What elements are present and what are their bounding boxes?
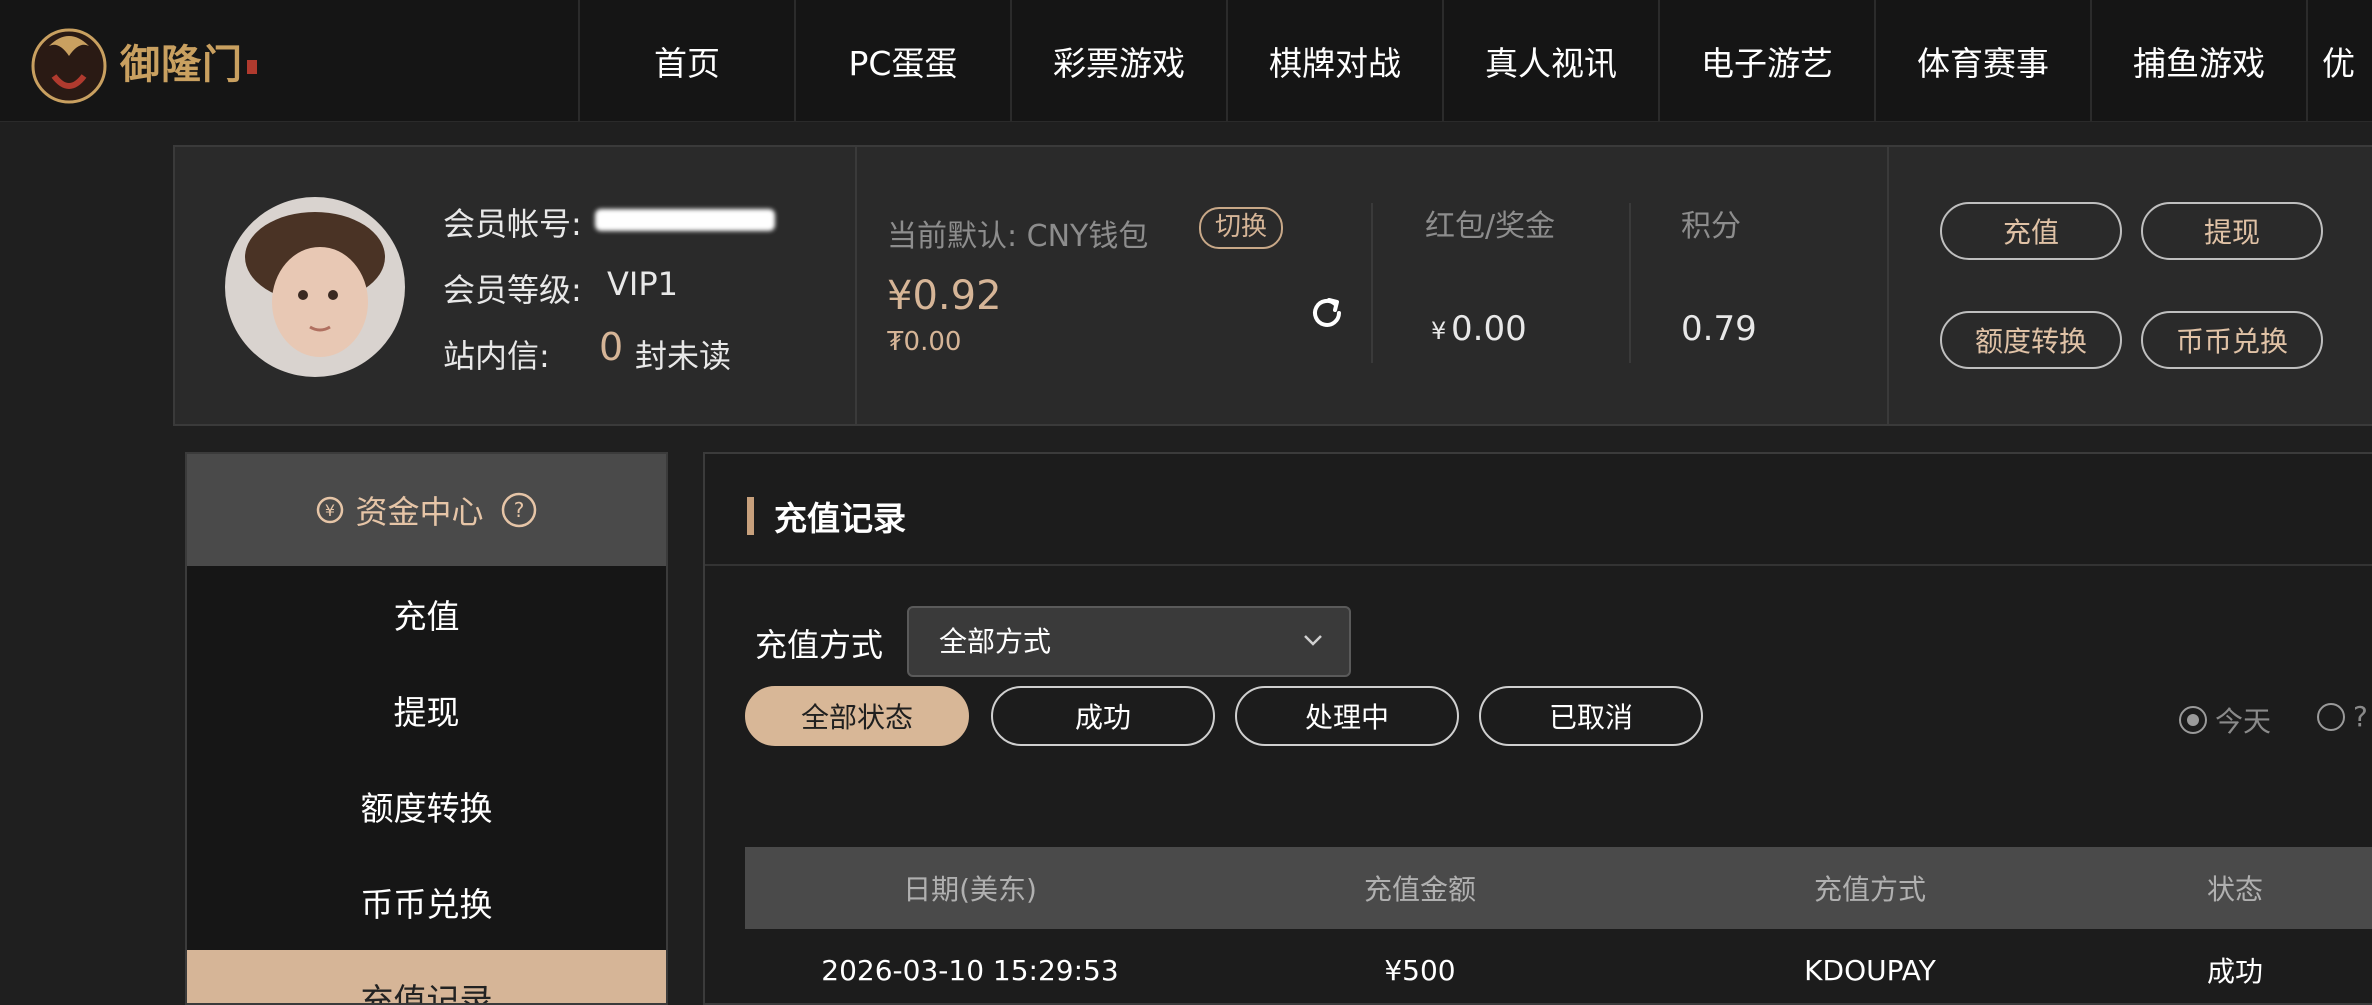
page-title: 充值记录: [747, 492, 906, 540]
nav-item-chess-cards[interactable]: 棋牌对战: [1226, 0, 1442, 121]
radio-today-label: 今天: [2215, 705, 2272, 738]
avatar[interactable]: [225, 197, 405, 377]
help-icon[interactable]: ?: [500, 491, 538, 529]
member-info-panel: 会员帐号: 会员等级: VIP1 站内信: 0 封未读 当前默认: CNY钱包 …: [173, 145, 2372, 426]
divider: [1371, 203, 1373, 363]
bonus-label: 红包/奖金: [1425, 209, 1556, 244]
sidebar-item-exchange[interactable]: 币币兑换: [187, 854, 666, 950]
main-nav: 首页 PC蛋蛋 彩票游戏 棋牌对战 真人视讯 电子游艺 体育赛事 捕鱼游戏 优: [578, 0, 2366, 121]
divider: [705, 564, 2372, 566]
nav-item-slots[interactable]: 电子游艺: [1658, 0, 1874, 121]
nav-item-home[interactable]: 首页: [578, 0, 794, 121]
bonus-value: 0.00: [1451, 309, 1527, 349]
filter-cancelled[interactable]: 已取消: [1479, 686, 1703, 746]
svg-text:?: ?: [513, 498, 524, 522]
filter-processing[interactable]: 处理中: [1235, 686, 1459, 746]
column-header-method: 充值方式: [1813, 873, 1926, 906]
level-value: VIP1: [607, 265, 678, 303]
radio-other[interactable]: ?: [2317, 700, 2368, 733]
points-label: 积分: [1681, 209, 1741, 244]
table-header: 日期(美东) 充值金额 充值方式 状态: [745, 847, 2372, 929]
withdraw-button[interactable]: 提现: [2141, 202, 2323, 260]
nav-item-pc-egg[interactable]: PC蛋蛋: [794, 0, 1010, 121]
inbox-count[interactable]: 0: [599, 325, 623, 369]
yen-coin-icon: ¥: [317, 496, 344, 524]
cell-date: 2026-03-10 15:29:53: [821, 953, 1119, 987]
column-header-date: 日期(美东): [903, 873, 1037, 906]
transfer-button[interactable]: 额度转换: [1940, 311, 2122, 369]
points-value: 0.79: [1681, 309, 1757, 349]
divider: [1629, 203, 1631, 363]
filter-success[interactable]: 成功: [991, 686, 1215, 746]
records-panel: 充值记录 充值方式 全部方式 全部状态 成功 处理中 已取消 今天 ? 日期(美…: [703, 452, 2372, 1005]
cell-amount: ¥500: [1384, 953, 1456, 987]
method-label: 充值方式: [755, 626, 884, 664]
avatar-image: [225, 197, 405, 377]
divider: [855, 147, 857, 426]
table-row: 2026-03-10 15:29:53 ¥500 KDOUPAY 成功: [745, 929, 2372, 1003]
default-wallet-label: 当前默认: CNY钱包: [887, 219, 1149, 254]
cell-status: 成功: [2206, 955, 2263, 988]
logo-seal: [247, 60, 257, 74]
refresh-icon[interactable]: [1307, 293, 1347, 333]
inbox-label: 站内信:: [443, 337, 550, 375]
sidebar-item-withdraw[interactable]: 提现: [187, 662, 666, 758]
cell-method: KDOUPAY: [1804, 953, 1936, 987]
nav-item-lottery[interactable]: 彩票游戏: [1010, 0, 1226, 121]
divider: [1887, 147, 1889, 426]
wallet-sub-balance: ₮0.00: [887, 327, 962, 357]
page-title-text: 充值记录: [774, 499, 906, 538]
bonus-currency: ¥: [1431, 317, 1447, 345]
nav-item-promo[interactable]: 优: [2306, 0, 2366, 121]
filter-all-status[interactable]: 全部状态: [745, 686, 969, 746]
account-value-redacted: [595, 209, 775, 231]
nav-item-live-video[interactable]: 真人视讯: [1442, 0, 1658, 121]
site-logo[interactable]: 御隆门: [24, 16, 257, 106]
radio-other-label: ?: [2353, 700, 2368, 733]
column-header-status: 状态: [2206, 873, 2263, 906]
radio-today[interactable]: 今天: [2179, 700, 2271, 740]
nav-item-sports[interactable]: 体育赛事: [1874, 0, 2090, 121]
sidebar-item-deposit-records[interactable]: 充值记录: [187, 950, 666, 1003]
account-label: 会员帐号:: [443, 205, 582, 243]
inbox-suffix: 封未读: [635, 337, 732, 375]
sidebar-header-label: 资金中心: [355, 493, 484, 531]
sidebar-header: ¥ 资金中心 ?: [187, 454, 666, 566]
method-select-value: 全部方式: [939, 625, 1052, 658]
chevron-down-icon: [1304, 635, 1322, 646]
title-accent-bar: [747, 497, 754, 535]
exchange-button[interactable]: 币币兑换: [2141, 311, 2323, 369]
column-header-amount: 充值金额: [1363, 873, 1476, 906]
radio-other-circle: [2317, 702, 2345, 731]
records-table: 日期(美东) 充值金额 充值方式 状态 2026-03-10 15:29:53 …: [745, 847, 2372, 1003]
level-label: 会员等级:: [443, 271, 582, 309]
method-select[interactable]: 全部方式: [907, 606, 1351, 677]
wallet-balance: ¥0.92: [887, 273, 1002, 319]
top-navbar: 御隆门 首页 PC蛋蛋 彩票游戏 棋牌对战 真人视讯 电子游艺 体育赛事 捕鱼游…: [0, 0, 2372, 122]
radio-today-circle: [2179, 706, 2207, 734]
sidebar: ¥ 资金中心 ? 充值 提现 额度转换 币币兑换 充值记录: [185, 452, 668, 1005]
deposit-button[interactable]: 充值: [1940, 202, 2122, 260]
sidebar-item-transfer[interactable]: 额度转换: [187, 758, 666, 854]
sidebar-item-deposit[interactable]: 充值: [187, 566, 666, 662]
dragon-logo-icon: [31, 28, 107, 104]
switch-wallet-button[interactable]: 切换: [1199, 207, 1284, 249]
svg-text:¥: ¥: [325, 501, 335, 520]
logo-text: 御隆门: [120, 42, 243, 88]
nav-item-fishing[interactable]: 捕鱼游戏: [2090, 0, 2306, 121]
